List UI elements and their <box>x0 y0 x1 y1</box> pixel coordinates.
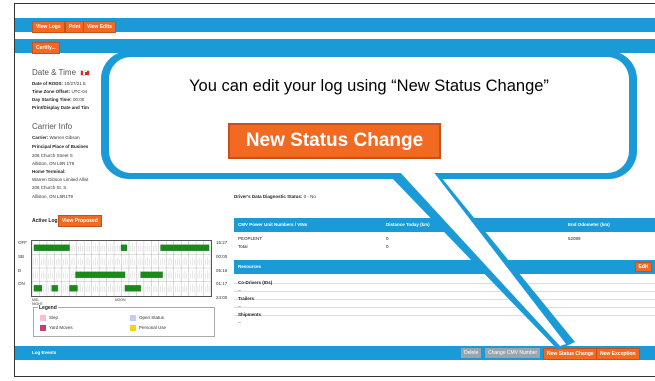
ppb-address-2: Alliston, ON L9R 1T9 <box>32 161 75 166</box>
shipments-label: Shipments <box>234 308 655 317</box>
carrier-heading: Carrier Info <box>32 122 73 131</box>
view-edits-button[interactable]: View Edits <box>83 21 116 33</box>
diagnostic-status: Driver's Data Diagnostic Status: 0 - No <box>234 194 316 199</box>
day-starting-time: Day Starting Time: 00:00 <box>32 97 85 102</box>
graph-total: 01:17 <box>216 281 228 286</box>
legend-title: Legend <box>38 305 58 311</box>
ppb-address-1: 206 Church Street S <box>32 153 73 158</box>
carrier-name: Carrier: Warren Gibson <box>32 135 80 140</box>
callout-new-status-change-button[interactable]: New Status Change <box>228 123 441 159</box>
resources-title: Resources <box>238 264 262 269</box>
delete-button[interactable]: Delete <box>461 348 482 358</box>
principal-place-label: Principal Place of Busines <box>32 144 89 149</box>
new-exception-button[interactable]: New Exception <box>596 348 640 360</box>
trailers-label: Trailers <box>234 292 655 301</box>
active-log-label: Active Log <box>32 218 58 224</box>
resources-panel: Resources Edit Co-Drivers (IDs) -- Trail… <box>234 260 655 325</box>
home-address-2: Alliston, ON L9R1T9 <box>32 194 74 199</box>
duty-status-graph <box>31 240 212 297</box>
home-address-1: 206 Church St. S. <box>32 185 68 190</box>
callout-text: You can edit your log using “New Status … <box>189 77 549 95</box>
datetime-heading: Date & Time <box>32 68 91 77</box>
print-display-date: Print/Display Date and Tim <box>32 105 89 110</box>
trailers-value: -- <box>234 300 655 309</box>
view-proposed-button[interactable]: View Proposed <box>58 215 102 227</box>
legend-swatch <box>40 315 46 321</box>
legend-item: Open Status <box>130 315 164 321</box>
graph-grand-total: 24:00 <box>216 295 228 300</box>
certify-button[interactable]: Certify... <box>32 42 60 54</box>
graph-total: 00:00 <box>216 254 228 259</box>
legend-item: Personal Use <box>130 325 166 331</box>
print-button[interactable]: Print <box>65 21 85 33</box>
codrivers-label: Co-Drivers (IDs) <box>234 276 655 285</box>
table-total-row: Total 0 <box>234 240 655 249</box>
legend-swatch <box>40 325 46 331</box>
new-status-change-button[interactable]: New Status Change <box>543 348 598 360</box>
column-header: Distance Today (km) <box>386 222 430 227</box>
graph-row-label: SB <box>18 254 25 259</box>
graph-row-label: ON <box>18 281 25 286</box>
shipments-value: -- <box>238 320 241 325</box>
legend-swatch <box>130 325 136 331</box>
legend-box: Legend Slep Open Status Yard Moves Perso… <box>33 305 215 337</box>
canada-flag-icon <box>80 69 91 76</box>
cell: 0 <box>386 244 389 249</box>
graph-row-label: D <box>18 268 22 273</box>
cmv-table-header: CMV Power Unit Numbers / VINs Distance T… <box>234 218 655 232</box>
column-header: End Odometer (km) <box>568 222 610 227</box>
time-zone-offset: Time Zone Offset: UTC-04 <box>32 89 88 94</box>
table-row: PEOPLENT 0 52089 <box>234 232 655 241</box>
cmv-table: CMV Power Unit Numbers / VINs Distance T… <box>234 218 655 249</box>
graph-total: 05:16 <box>216 268 228 273</box>
cell: Total <box>238 244 248 249</box>
log-events-label: Log Events <box>32 350 57 355</box>
date-of-rods: Date of RODS: 10/27/21 E <box>32 81 87 86</box>
legend-swatch <box>130 315 136 321</box>
resources-edit-button[interactable]: Edit <box>634 262 652 272</box>
graph-noon-label: NOON <box>115 298 126 302</box>
resources-header: Resources <box>234 260 655 274</box>
home-terminal-label: Home Terminal: <box>32 169 66 174</box>
log-events-bar: Log Events Delete Change CMV Number New … <box>15 346 655 360</box>
graph-total: 15:27 <box>216 240 228 245</box>
view-logs-button[interactable]: View Logs <box>32 21 65 33</box>
codrivers-value: -- <box>234 284 655 293</box>
change-cmv-button[interactable]: Change CMV Number <box>485 348 541 358</box>
home-terminal-name: Warren Gibson Limited Allist <box>32 177 89 182</box>
legend-item: Slep <box>40 315 58 321</box>
column-header: CMV Power Unit Numbers / VINs <box>238 222 308 227</box>
legend-item: Yard Moves <box>40 325 73 331</box>
graph-row-label: OFF <box>18 240 27 245</box>
